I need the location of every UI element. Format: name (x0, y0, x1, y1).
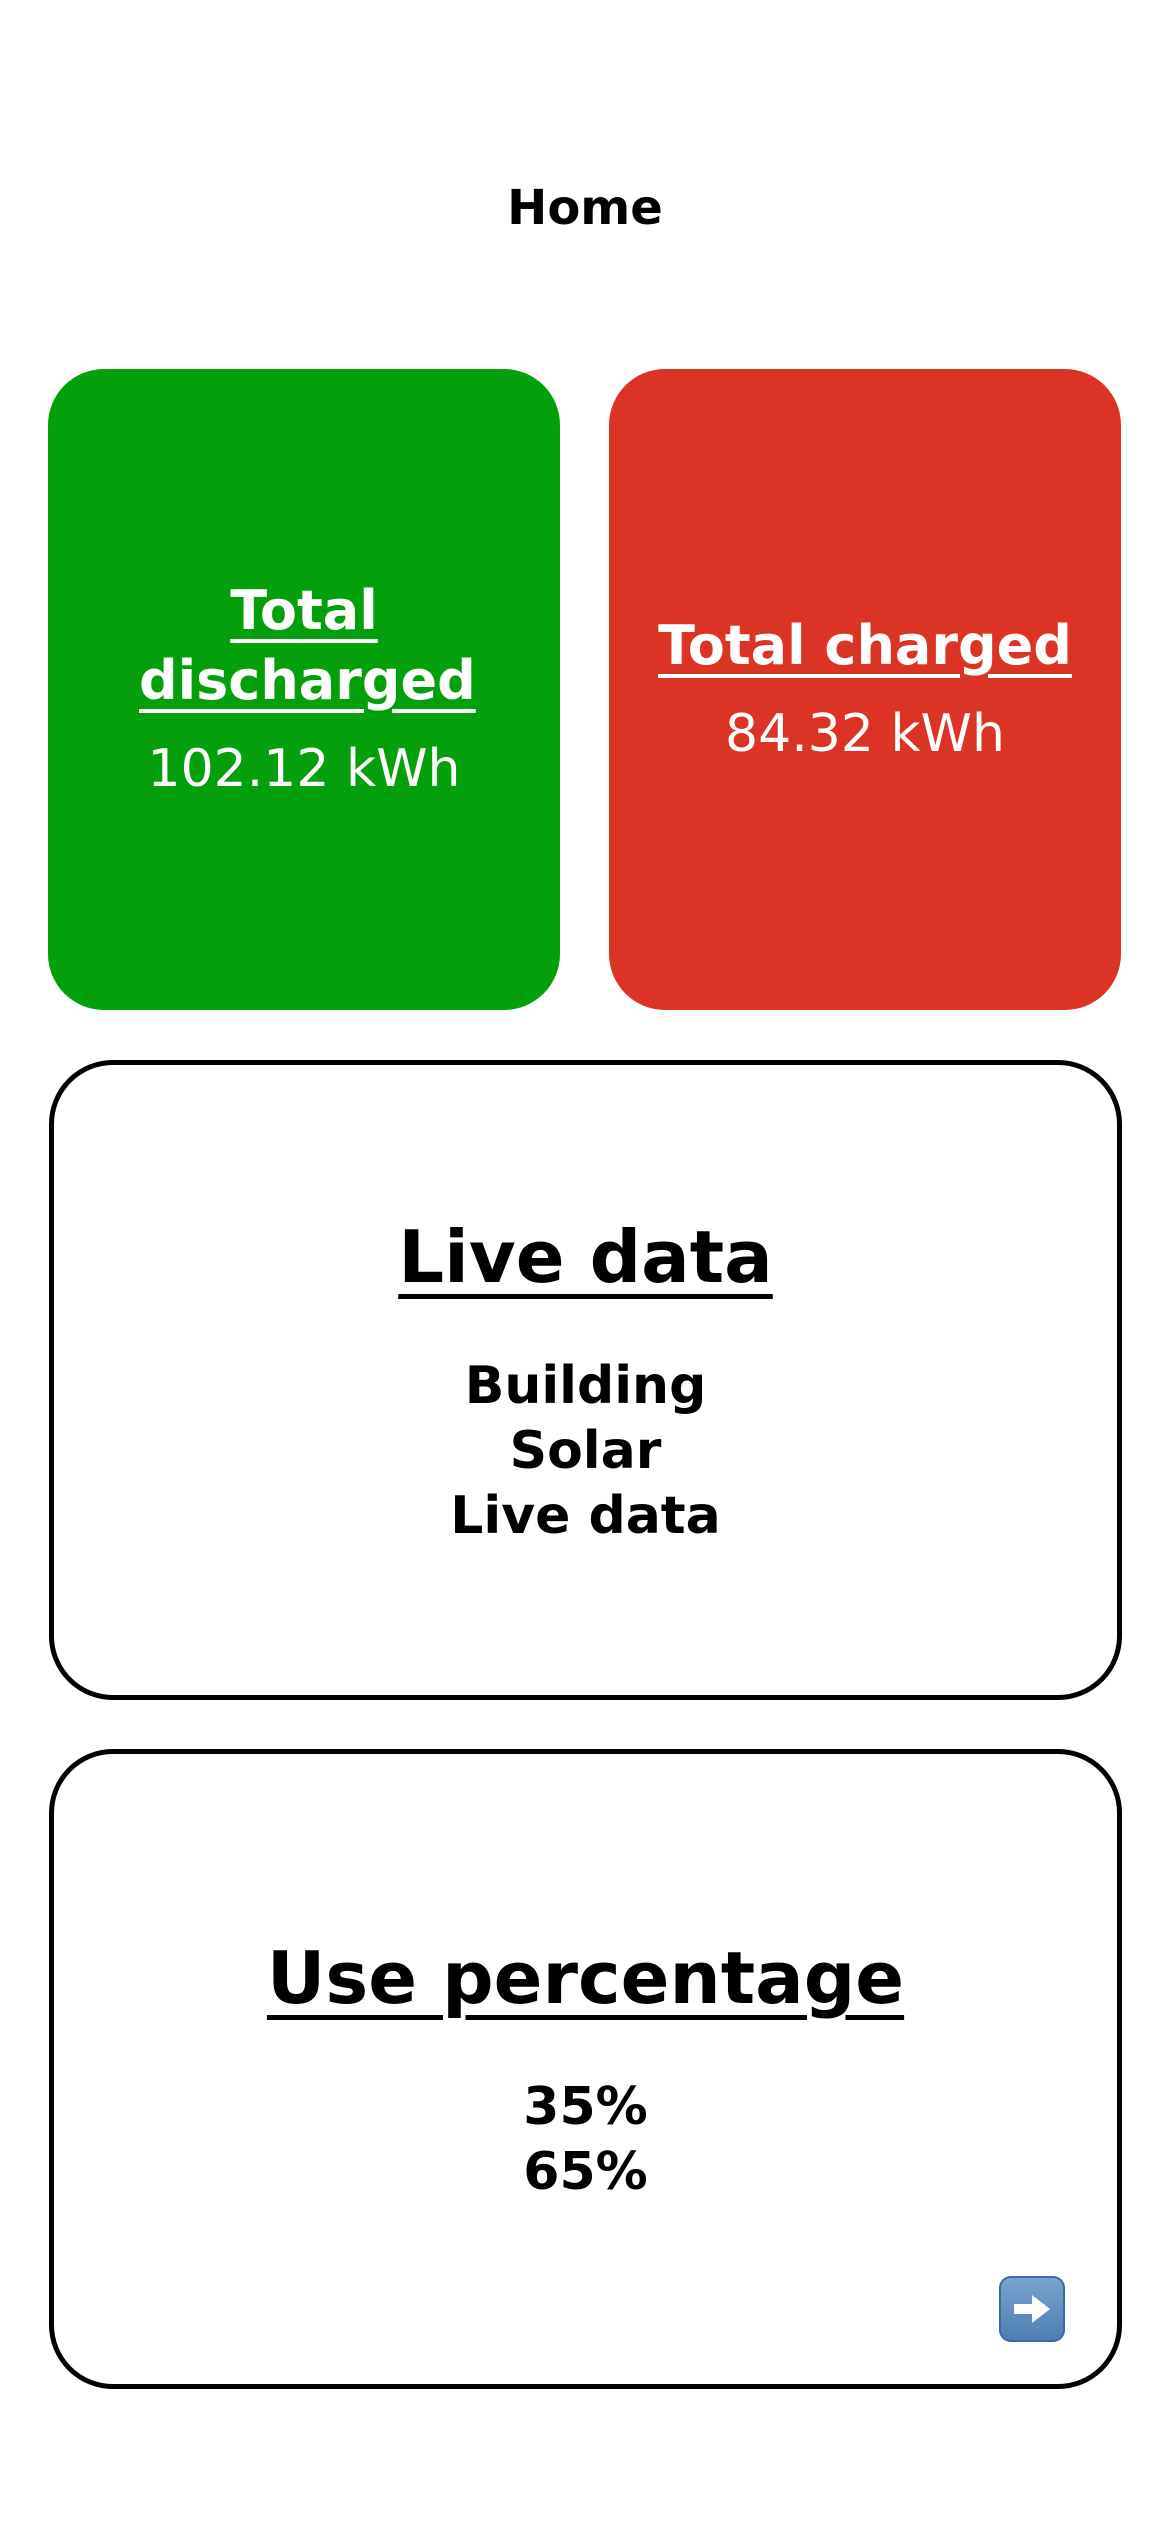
total-discharged-card[interactable]: Total discharged 102.12 kWh (48, 369, 560, 1010)
total-charged-title: Total charged (658, 613, 1072, 677)
total-discharged-title: Total discharged (139, 578, 476, 712)
use-percentage-value-first: 35% (523, 2077, 648, 2137)
right-arrow-icon[interactable] (999, 2276, 1065, 2342)
total-discharged-value: 102.12 kWh (147, 738, 461, 799)
total-charged-value: 84.32 kWh (725, 703, 1005, 764)
live-data-card[interactable]: Live data Building Solar Live data (49, 1060, 1122, 1700)
use-percentage-values: 35% 65% (523, 2075, 647, 2205)
page-title: Home (507, 180, 663, 236)
use-percentage-value-second: 65% (523, 2142, 648, 2202)
live-data-item-building: Building (464, 1355, 707, 1416)
live-data-title: Live data (398, 1214, 773, 1299)
live-data-item-solar: Solar (509, 1420, 662, 1481)
use-percentage-card[interactable]: Use percentage 35% 65% (49, 1749, 1122, 2389)
live-data-list: Building Solar Live data (450, 1354, 721, 1549)
use-percentage-title: Use percentage (266, 1936, 905, 2020)
total-charged-card[interactable]: Total charged 84.32 kWh (609, 369, 1121, 1010)
live-data-item-live-data: Live data (450, 1485, 721, 1546)
